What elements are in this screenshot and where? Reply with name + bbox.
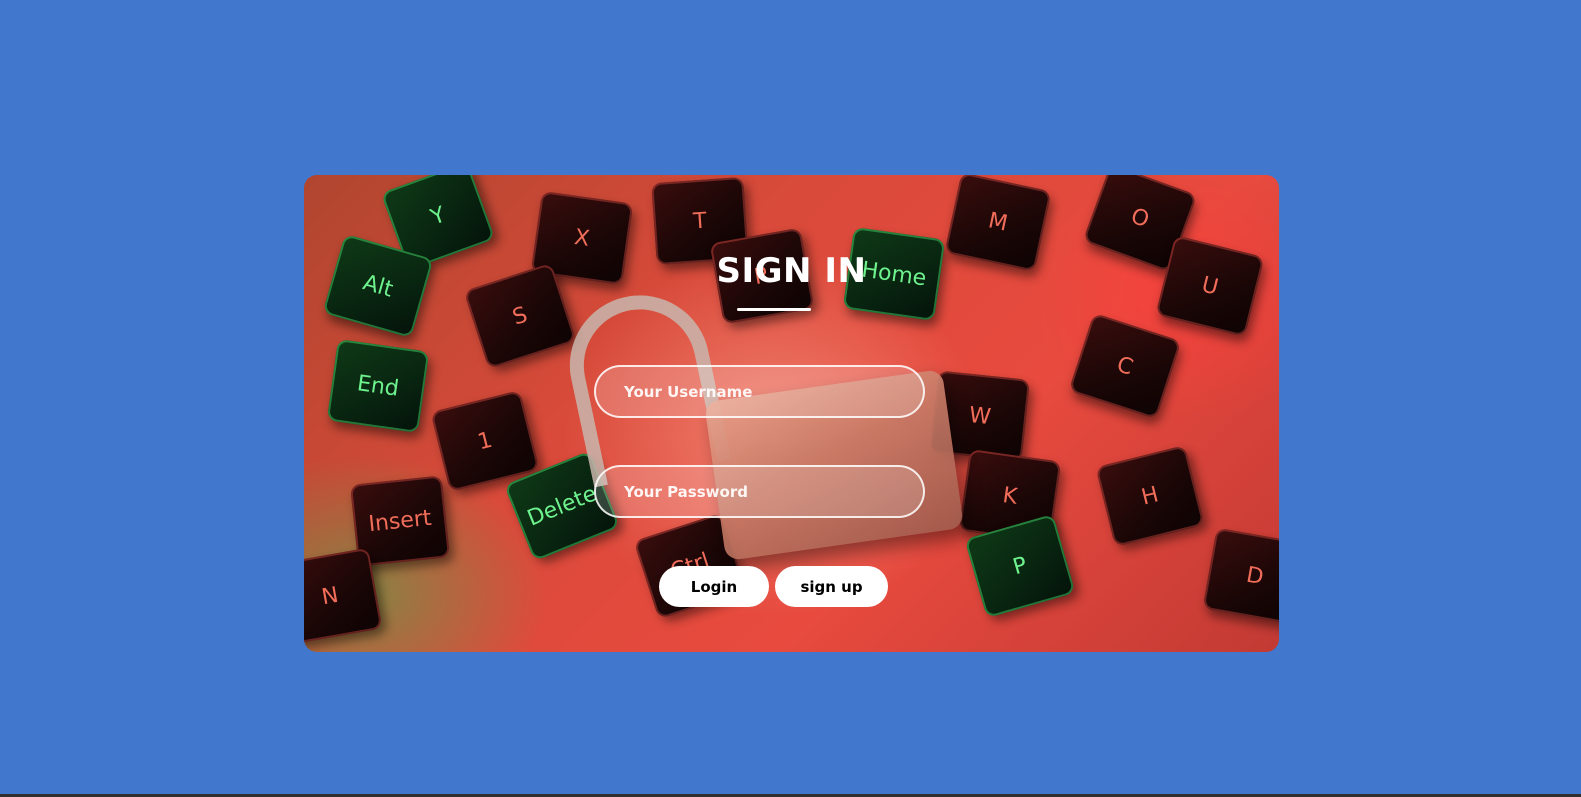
signin-form: SIGN IN Login sign up bbox=[304, 175, 1279, 652]
login-button[interactable]: Login bbox=[659, 566, 769, 607]
login-card: Y X T M O Alt S R Home End 1 Delete Inse… bbox=[304, 175, 1279, 652]
username-input[interactable] bbox=[594, 365, 925, 418]
password-input[interactable] bbox=[594, 465, 925, 518]
signin-title: SIGN IN bbox=[716, 251, 867, 291]
signup-button[interactable]: sign up bbox=[775, 566, 888, 607]
title-underline bbox=[737, 308, 811, 311]
page: Y X T M O Alt S R Home End 1 Delete Inse… bbox=[0, 0, 1581, 797]
